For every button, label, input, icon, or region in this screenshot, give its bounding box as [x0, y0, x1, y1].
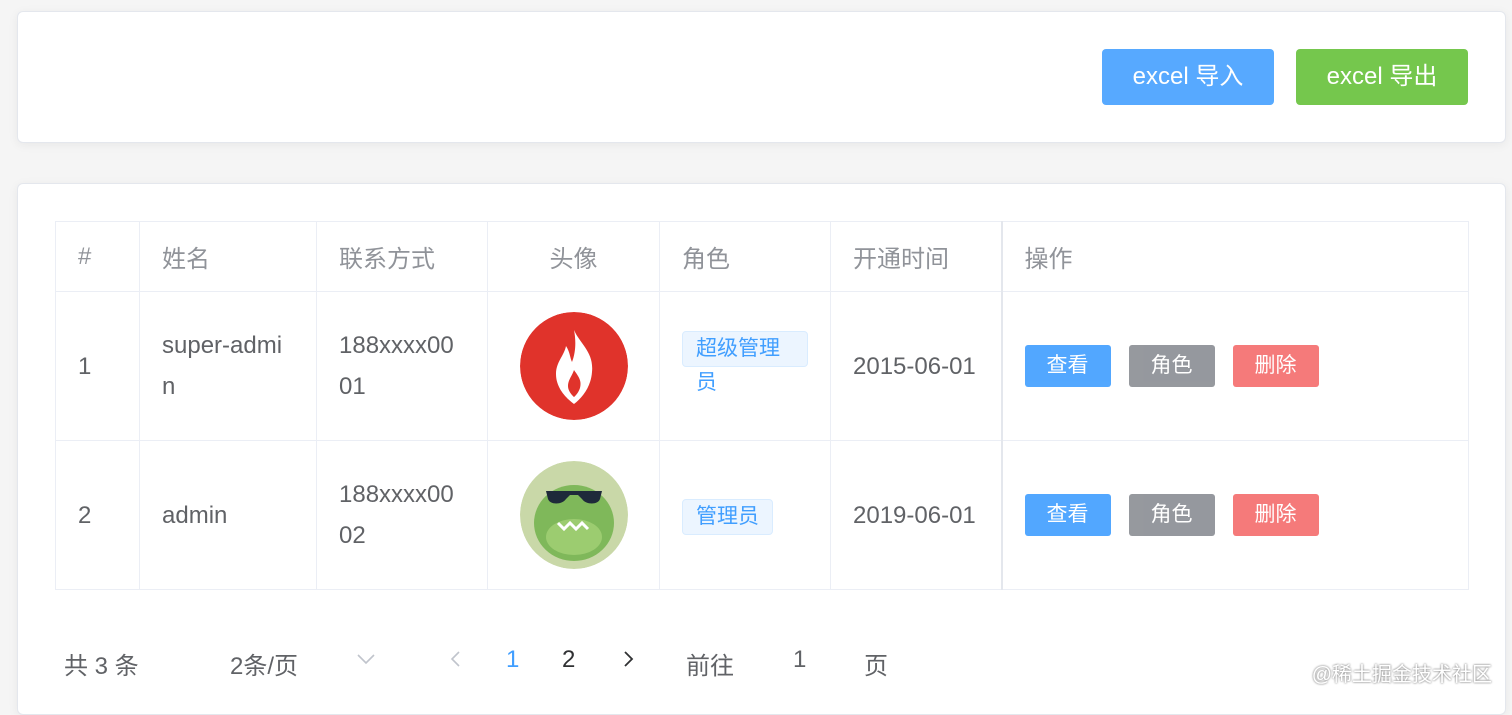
cell-open-time: 2015-06-01 [830, 291, 1002, 441]
column-header-role: 角色 [659, 221, 831, 292]
prev-page-icon[interactable] [446, 648, 466, 676]
table-row: 2 admin 188xxxx0002 管理员 2019-06-01 查看 角色… [55, 440, 1469, 590]
cell-phone: 188xxxx0002 [316, 440, 488, 590]
role-button[interactable]: 角色 [1128, 494, 1215, 537]
excel-export-button[interactable]: excel 导出 [1296, 49, 1468, 105]
cell-role: 超级管理员 [659, 291, 831, 441]
column-header-actions: 操作 [1000, 221, 1469, 292]
cell-name: admin [139, 440, 317, 590]
goto-suffix: 页 [864, 653, 888, 680]
cell-avatar [487, 440, 660, 590]
flame-avatar-icon [519, 312, 628, 420]
cell-avatar [487, 291, 660, 441]
cell-actions: 查看 角色 删除 [1000, 440, 1469, 590]
role-tag: 管理员 [682, 498, 773, 535]
page-number-1[interactable]: 1 [506, 646, 519, 674]
next-page-icon[interactable] [618, 648, 638, 676]
column-header-contact: 联系方式 [316, 221, 488, 292]
user-table: # 姓名 联系方式 头像 角色 开通时间 操作 1 super-admin 18… [55, 221, 1469, 590]
cell-index: 2 [55, 440, 140, 590]
pagination-total: 共 3 条 [64, 653, 139, 680]
table-card: # 姓名 联系方式 头像 角色 开通时间 操作 1 super-admin 18… [17, 183, 1506, 715]
role-tag: 超级管理员 [682, 330, 808, 394]
excel-import-button[interactable]: excel 导入 [1102, 49, 1274, 105]
column-header-name: 姓名 [139, 221, 317, 292]
column-header-avatar: 头像 [487, 221, 660, 292]
role-button[interactable]: 角色 [1128, 345, 1215, 388]
delete-button[interactable]: 删除 [1232, 345, 1319, 388]
cell-role: 管理员 [659, 440, 831, 590]
table-header-row: # 姓名 联系方式 头像 角色 开通时间 操作 [55, 221, 1469, 292]
cell-name: super-admin [139, 291, 317, 441]
cell-open-time: 2019-06-01 [830, 440, 1002, 590]
cell-actions: 查看 角色 删除 [1000, 291, 1469, 441]
delete-button[interactable]: 删除 [1232, 494, 1319, 537]
view-button[interactable]: 查看 [1024, 345, 1111, 388]
crocodile-avatar-icon [519, 461, 628, 569]
page-number-2[interactable]: 2 [562, 646, 575, 674]
page-size-select[interactable]: 2条/页 [230, 646, 298, 681]
cell-phone: 188xxxx0001 [316, 291, 488, 441]
column-header-open-time: 开通时间 [830, 221, 1002, 292]
pagination: 共 3 条 2条/页 1 2 前往 1 页 [18, 634, 1505, 684]
column-header-index: # [55, 221, 140, 292]
cell-index: 1 [55, 291, 140, 441]
goto-page-input[interactable]: 1 [793, 646, 806, 674]
watermark: @稀土掘金技术社区 [1311, 664, 1492, 686]
toolbar-card: excel 导入 excel 导出 [17, 11, 1506, 143]
view-button[interactable]: 查看 [1024, 494, 1111, 537]
goto-prefix: 前往 [686, 653, 734, 680]
table-row: 1 super-admin 188xxxx0001 超级管理员 2015-06-… [55, 291, 1469, 441]
chevron-down-icon[interactable] [356, 648, 376, 676]
